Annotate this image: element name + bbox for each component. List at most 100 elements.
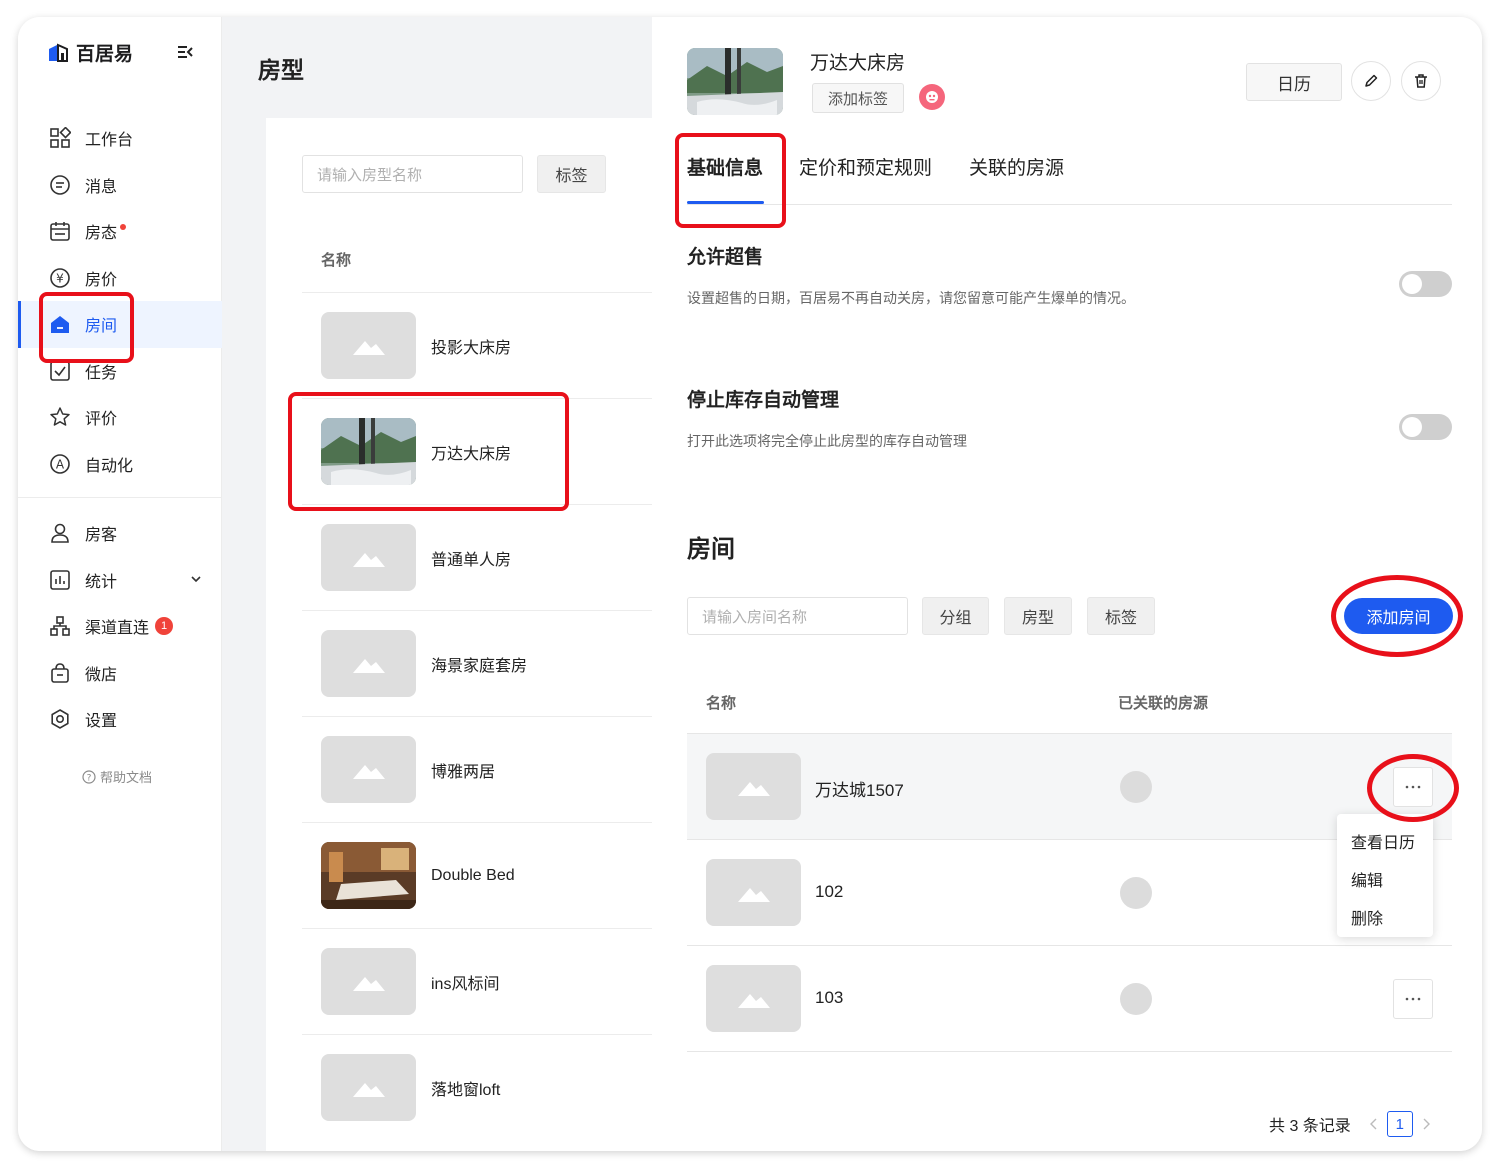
delete-button[interactable] (1401, 61, 1441, 101)
sidebar: 百居易 工作台 消息 房态 ¥ 房价 房间 任务 评价 A 自动化 房客 统计 … (18, 17, 222, 1151)
user-icon (48, 521, 72, 545)
stop-inventory-toggle[interactable] (1399, 414, 1452, 440)
sidebar-item-label: 渠道直连 (85, 620, 150, 638)
sidebar-item-settings[interactable]: 设置 (18, 696, 222, 743)
sidebar-item-label: 评价 (85, 411, 118, 429)
tag-filter-button[interactable]: 标签 (537, 155, 606, 193)
room-type-name: 投影大床房 (431, 339, 512, 357)
collapse-menu-icon[interactable] (176, 43, 194, 61)
menu-item-edit[interactable]: 编辑 (1337, 860, 1433, 898)
channel-icon (48, 614, 72, 638)
tab-linked-listings[interactable]: 关联的房源 (969, 153, 1064, 180)
menu-item-delete[interactable]: 删除 (1337, 898, 1433, 936)
star-icon (48, 405, 72, 429)
sidebar-item-automation[interactable]: A 自动化 (18, 441, 222, 488)
room-type-name: ins风标间 (431, 975, 500, 993)
image-placeholder-icon (321, 736, 416, 803)
pagination: 共 3 条记录 1 (1269, 1111, 1439, 1137)
list-item[interactable]: 落地窗loft (302, 1034, 652, 1140)
overbooking-toggle[interactable] (1399, 271, 1452, 297)
row-actions-menu: 查看日历 编辑 删除 (1337, 814, 1433, 937)
brand[interactable]: 百居易 (46, 39, 133, 66)
sidebar-nav: 工作台 消息 房态 ¥ 房价 房间 任务 评价 A 自动化 房客 统计 渠道直连… (18, 115, 222, 743)
page-number[interactable]: 1 (1386, 1111, 1413, 1137)
sidebar-item-shop[interactable]: 微店 (18, 650, 222, 697)
help-docs-label: 帮助文档 (100, 770, 153, 785)
tag-filter-button[interactable]: 标签 (1087, 597, 1155, 635)
menu-item-view-calendar[interactable]: 查看日历 (1337, 822, 1433, 860)
image-placeholder-icon (321, 630, 416, 697)
image-placeholder-icon (321, 524, 416, 591)
list-item[interactable]: 海景家庭套房 (302, 610, 652, 716)
highlight-more-actions (1367, 754, 1459, 822)
sidebar-item-label: 消息 (85, 178, 118, 196)
settings-icon (48, 707, 72, 731)
sidebar-item-guests[interactable]: 房客 (18, 510, 222, 557)
room-type-search-input[interactable]: 请输入房型名称 (302, 155, 523, 193)
tab-pricing-rules[interactable]: 定价和预定规则 (799, 153, 932, 180)
chevron-left-icon[interactable] (1365, 1115, 1383, 1133)
shop-icon (48, 661, 72, 685)
edit-button[interactable] (1351, 61, 1391, 101)
overbooking-title: 允许超售 (687, 247, 764, 268)
list-item[interactable]: 投影大床房 (302, 292, 652, 398)
room-type-title: 万达大床房 (810, 53, 906, 74)
sidebar-item-label: 房价 (85, 271, 118, 289)
sidebar-item-label: 房客 (85, 527, 118, 545)
image-placeholder-icon (321, 312, 416, 379)
sidebar-item-messages[interactable]: 消息 (18, 162, 222, 209)
chart-icon (48, 568, 72, 592)
sidebar-item-label: 设置 (85, 713, 118, 731)
total-records: 共 3 条记录 (1269, 1118, 1351, 1135)
sidebar-item-label: 自动化 (85, 457, 134, 475)
help-docs-link[interactable]: ? 帮助文档 (82, 767, 152, 786)
sidebar-item-label: 房态 (85, 225, 118, 243)
help-icon: ? (82, 769, 96, 784)
sidebar-item-label: 工作台 (85, 132, 134, 150)
sidebar-item-channels[interactable]: 渠道直连 1 (18, 603, 222, 650)
room-type-cover-image[interactable] (687, 48, 783, 115)
ellipsis-icon (1405, 997, 1421, 1001)
calendar-button[interactable]: 日历 (1246, 63, 1342, 101)
sidebar-item-room-status[interactable]: 房态 (18, 208, 222, 255)
room-type-filter-button[interactable]: 房型 (1004, 597, 1072, 635)
group-filter-button[interactable]: 分组 (922, 597, 989, 635)
more-actions-button[interactable] (1393, 979, 1433, 1019)
image-placeholder-icon (321, 948, 416, 1015)
sidebar-item-reviews[interactable]: 评价 (18, 394, 222, 441)
room-search-input[interactable]: 请输入房间名称 (687, 597, 908, 635)
stop-inventory-title: 停止库存自动管理 (687, 390, 840, 411)
linked-listing-avatar (1120, 771, 1152, 803)
highlight-add-room-button (1331, 575, 1463, 657)
yen-icon: ¥ (48, 266, 72, 290)
add-tag-button[interactable]: 添加标签 (812, 83, 904, 113)
room-type-name: Double Bed (431, 866, 515, 884)
image-placeholder-icon (706, 753, 801, 820)
linked-listing-avatar (1120, 983, 1152, 1015)
chevron-right-icon[interactable] (1417, 1115, 1435, 1133)
overbooking-description: 设置超售的日期，百居易不再自动关房，请您留意可能产生爆单的情况。 (687, 290, 1135, 306)
list-item[interactable]: 普通单人房 (302, 504, 652, 610)
calendar-icon (48, 219, 72, 243)
notification-badge: 1 (155, 617, 174, 636)
svg-text:?: ? (87, 773, 92, 783)
sidebar-item-label: 微店 (85, 666, 118, 684)
list-item[interactable]: Double Bed (302, 822, 652, 928)
brand-logo-icon (49, 42, 68, 62)
sidebar-item-workbench[interactable]: 工作台 (18, 115, 222, 162)
list-item[interactable]: ins风标间 (302, 928, 652, 1034)
page-title: 房型 (258, 57, 304, 83)
room-name: 103 (815, 988, 844, 1007)
room-type-name: 博雅两居 (431, 763, 496, 781)
chevron-down-icon[interactable] (190, 573, 202, 585)
sidebar-item-statistics[interactable]: 统计 (18, 557, 222, 604)
room-photo-interior (321, 842, 416, 909)
list-item[interactable]: 博雅两居 (302, 716, 652, 822)
mascot-icon[interactable] (919, 84, 945, 110)
image-placeholder-icon (706, 965, 801, 1032)
trash-icon (1415, 74, 1427, 88)
table-row[interactable]: 103 (687, 946, 1452, 1052)
stop-inventory-description: 打开此选项将完全停止此房型的库存自动管理 (687, 433, 967, 449)
highlight-sidebar-rooms (39, 292, 134, 363)
room-type-name: 海景家庭套房 (431, 657, 528, 675)
